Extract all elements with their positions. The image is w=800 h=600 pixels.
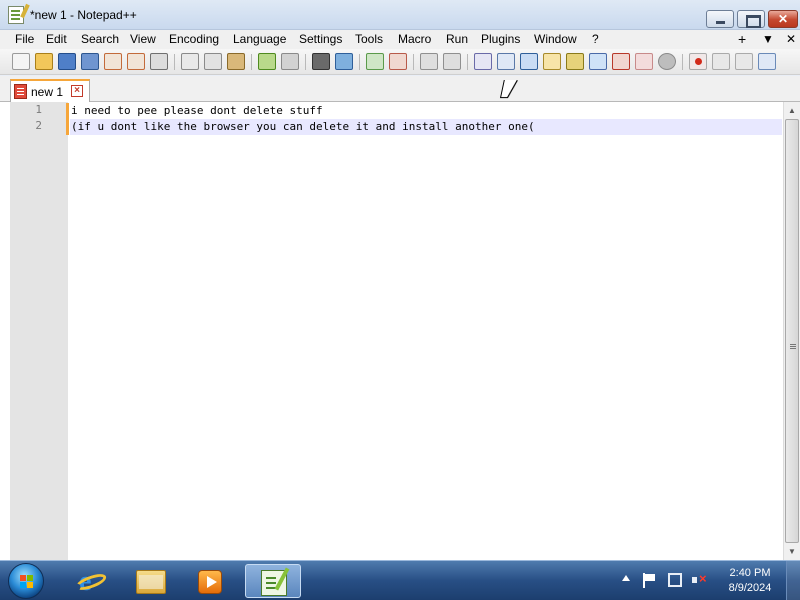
maximize-button[interactable] [737, 10, 765, 28]
menu-window[interactable]: Window [534, 32, 577, 46]
monitoring-icon[interactable] [635, 53, 653, 70]
tab-new-1[interactable]: new 1 × [10, 79, 90, 102]
taskbar-media-player[interactable] [182, 564, 238, 598]
document-map-icon[interactable] [566, 53, 584, 70]
tab-bar: new 1 × [0, 76, 800, 102]
minimize-button[interactable] [706, 10, 734, 28]
scroll-up-icon[interactable]: ▲ [784, 102, 800, 119]
media-player-icon [198, 570, 222, 594]
toolbar-separator [251, 54, 252, 70]
run-macro-multiple-icon[interactable] [758, 53, 776, 70]
menu-view[interactable]: View [130, 32, 156, 46]
save-all-icon[interactable] [81, 53, 99, 70]
close-all-icon[interactable] [127, 53, 145, 70]
new-file-icon[interactable] [12, 53, 30, 70]
close-document-icon[interactable]: ✕ [786, 32, 796, 46]
change-history-marker [66, 103, 69, 119]
network-icon[interactable] [668, 573, 682, 587]
cut-icon[interactable] [181, 53, 199, 70]
replace-icon[interactable] [335, 53, 353, 70]
define-language-icon[interactable] [543, 53, 561, 70]
record-macro-icon[interactable] [689, 53, 707, 70]
change-history-marker [66, 119, 69, 135]
copy-icon[interactable] [204, 53, 222, 70]
find-icon[interactable] [312, 53, 330, 70]
toolbar-separator [359, 54, 360, 70]
folder-as-workspace-icon[interactable] [612, 53, 630, 70]
show-all-characters-icon[interactable] [497, 53, 515, 70]
paste-icon[interactable] [227, 53, 245, 70]
taskbar-internet-explorer[interactable]: e [62, 564, 118, 598]
toolbar-separator [682, 54, 683, 70]
vertical-scrollbar[interactable]: ▲ ▼ [783, 102, 800, 560]
menu-macro[interactable]: Macro [398, 32, 431, 46]
internet-explorer-icon: e [73, 566, 109, 597]
function-list-icon[interactable] [589, 53, 607, 70]
line-number: 1 [35, 103, 42, 116]
toolbar [0, 49, 800, 75]
line-number-gutter [10, 102, 68, 560]
show-desktop-button[interactable] [786, 561, 800, 600]
show-hidden-icons-icon[interactable] [622, 575, 630, 581]
taskbar-windows-explorer[interactable] [122, 564, 178, 598]
menu-search[interactable]: Search [81, 32, 119, 46]
print-icon[interactable] [150, 53, 168, 70]
line-number: 2 [35, 119, 42, 132]
indent-guide-icon[interactable] [520, 53, 538, 70]
menu-tools[interactable]: Tools [355, 32, 383, 46]
menu-encoding[interactable]: Encoding [169, 32, 219, 46]
menu-bar: File Edit Search View Encoding Language … [0, 30, 800, 49]
taskbar: e 2:40 PM 8/9/2024 [0, 560, 800, 600]
menu-run[interactable]: Run [446, 32, 468, 46]
menu-plugins[interactable]: Plugins [481, 32, 520, 46]
toolbar-separator [305, 54, 306, 70]
volume-muted-icon[interactable] [692, 571, 707, 587]
windows-logo-icon [20, 575, 33, 588]
scrollbar-thumb[interactable] [785, 119, 799, 543]
code-line-current[interactable]: (if u dont like the browser you can dele… [70, 119, 782, 135]
zoom-in-icon[interactable] [366, 53, 384, 70]
sync-horizontal-icon[interactable] [443, 53, 461, 70]
code-line[interactable]: i need to pee please dont delete stuff [70, 103, 782, 119]
word-wrap-icon[interactable] [474, 53, 492, 70]
redo-icon[interactable] [281, 53, 299, 70]
clock-time: 2:40 PM [729, 567, 771, 579]
menu-file[interactable]: File [15, 32, 34, 46]
notepad-plus-plus-icon [261, 570, 287, 596]
stop-macro-icon[interactable] [712, 53, 730, 70]
save-icon[interactable] [58, 53, 76, 70]
menu-help[interactable]: ? [592, 32, 599, 46]
tab-list-dropdown-icon[interactable]: ▼ [762, 32, 774, 46]
clock-date: 8/9/2024 [728, 582, 772, 594]
menu-language[interactable]: Language [233, 32, 286, 46]
tab-close-icon[interactable]: × [71, 85, 83, 97]
title-bar: *new 1 - Notepad++ ✕ [0, 0, 800, 30]
close-file-icon[interactable] [104, 53, 122, 70]
start-button[interactable] [8, 563, 44, 599]
scroll-down-icon[interactable]: ▼ [784, 543, 800, 560]
toolbar-separator [174, 54, 175, 70]
window-title: *new 1 - Notepad++ [30, 8, 137, 22]
open-file-icon[interactable] [35, 53, 53, 70]
undo-icon[interactable] [258, 53, 276, 70]
zoom-out-icon[interactable] [389, 53, 407, 70]
close-button[interactable]: ✕ [768, 10, 798, 28]
menu-edit[interactable]: Edit [46, 32, 67, 46]
toolbar-separator [467, 54, 468, 70]
clock[interactable]: 2:40 PM 8/9/2024 [722, 566, 778, 596]
new-tab-plus-icon[interactable]: + [738, 31, 746, 47]
unsaved-file-icon [14, 84, 27, 99]
editor-area[interactable]: 1 2 i need to pee please dont delete stu… [0, 102, 800, 560]
sync-vertical-icon[interactable] [420, 53, 438, 70]
notepad-plus-plus-icon [8, 6, 24, 24]
tab-label: new 1 [31, 85, 64, 99]
menu-settings[interactable]: Settings [299, 32, 342, 46]
stop-recording-icon[interactable] [658, 53, 676, 70]
taskbar-notepad-plus-plus[interactable] [245, 564, 301, 598]
folder-icon [136, 570, 166, 594]
action-center-flag-icon[interactable] [642, 573, 656, 588]
play-macro-icon[interactable] [735, 53, 753, 70]
toolbar-separator [413, 54, 414, 70]
